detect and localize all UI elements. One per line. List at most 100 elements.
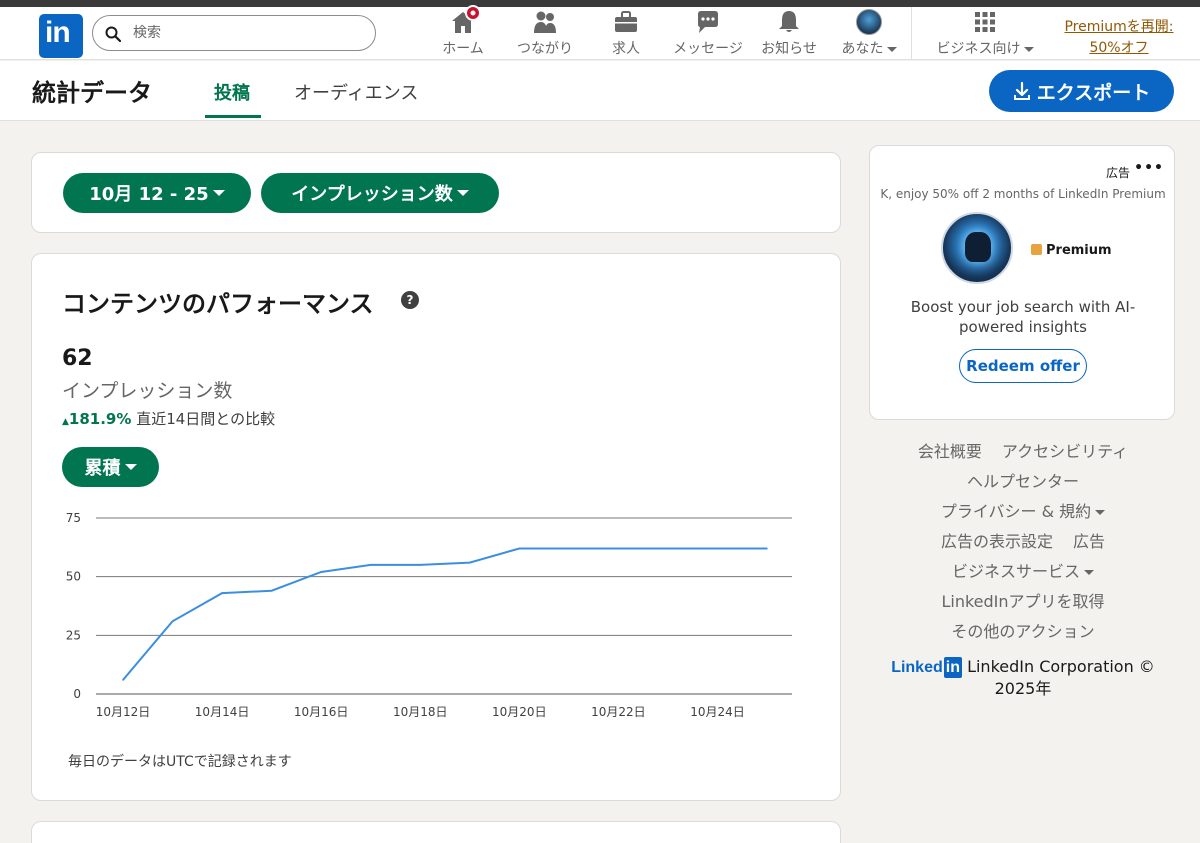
global-nav: in ホーム つながり 求人 メッセージ お知らせ あなた ビジネス向け Pre… (0, 5, 1200, 60)
export-button[interactable]: エクスポート (989, 70, 1174, 112)
search-input[interactable] (133, 22, 363, 44)
search-box[interactable] (92, 15, 376, 51)
y-tick-label: 0 (73, 687, 81, 701)
bell-icon (779, 11, 799, 32)
profile-avatar (856, 9, 882, 35)
data-point (221, 592, 223, 594)
chevron-down-icon (124, 464, 137, 470)
chevron-down-icon (1084, 570, 1094, 575)
linkedin-logo[interactable]: in (39, 14, 83, 58)
more-options-icon[interactable]: ••• (1134, 160, 1164, 176)
footer-links: 会社概要 アクセシビリティ ヘルプセンター プライバシー & 規約 広告の表示設定… (870, 440, 1176, 699)
x-tick-label: 10月20日 (492, 705, 547, 719)
nav-me-label: あなた (841, 41, 884, 57)
next-card (31, 821, 841, 843)
chevron-down-icon (212, 190, 225, 196)
metric-dropdown-label: インプレッション数 (291, 184, 453, 205)
data-point (468, 561, 471, 564)
date-range-label: 10月 12 - 25 (89, 184, 209, 205)
data-point (369, 564, 372, 566)
ad-subtitle: K, enjoy 50% off 2 months of LinkedIn Pr… (880, 187, 1166, 201)
data-point (171, 620, 174, 623)
x-tick-label: 10月12日 (96, 705, 151, 719)
nav-business[interactable]: ビジネス向け (926, 9, 1044, 59)
series-line (122, 547, 767, 681)
data-point (716, 547, 719, 550)
message-icon (698, 11, 718, 33)
chevron-down-icon (1023, 46, 1034, 52)
data-point (320, 571, 322, 573)
change-note: 直近14日間との比較 (136, 410, 276, 428)
y-tick-label: 75 (66, 511, 81, 525)
people-icon (534, 11, 556, 33)
footer-link-business[interactable]: ビジネスサービス (952, 560, 1094, 590)
data-point (617, 547, 620, 550)
tab-posts[interactable]: 投稿 (214, 79, 250, 105)
premium-tag: Premium (1031, 243, 1112, 258)
data-point (766, 547, 768, 550)
chevron-down-icon (456, 190, 469, 196)
nav-home-label: ホーム (442, 41, 484, 57)
footer-link-ads[interactable]: 広告 (1073, 530, 1105, 560)
x-tick-label: 10月14日 (195, 705, 250, 719)
x-tick-label: 10月22日 (591, 705, 646, 719)
active-tab-indicator (205, 115, 261, 118)
search-icon (105, 26, 121, 42)
data-point (270, 589, 273, 592)
footer-link-app[interactable]: LinkedInアプリを取得 (941, 590, 1104, 620)
footer-link-ad-prefs[interactable]: 広告の表示設定 (941, 530, 1053, 560)
footer-link-about[interactable]: 会社概要 (918, 440, 982, 470)
help-icon[interactable]: ? (401, 291, 419, 309)
performance-title: コンテンツのパフォーマンス (62, 290, 374, 318)
nav-me[interactable]: あなた (834, 9, 904, 59)
filter-card: 10月 12 - 25 インプレッション数 (31, 152, 841, 233)
nav-jobs[interactable]: 求人 (606, 9, 646, 59)
metric-dropdown[interactable]: インプレッション数 (261, 173, 499, 213)
redeem-offer-button[interactable]: Redeem offer (959, 349, 1087, 383)
nav-network[interactable]: つながり (512, 9, 578, 59)
data-point (518, 547, 521, 550)
x-tick-label: 10月24日 (690, 705, 745, 719)
footer-link-privacy[interactable]: プライバシー & 規約 (941, 500, 1106, 530)
tab-audience[interactable]: オーディエンス (294, 79, 418, 105)
chevron-down-icon (1095, 510, 1106, 515)
ad-label: 広告 (1105, 166, 1130, 180)
nav-network-label: つながり (517, 41, 573, 57)
home-icon (452, 5, 481, 33)
linkedin-wordmark: Linked in (891, 657, 962, 678)
footer-link-help[interactable]: ヘルプセンター (967, 470, 1079, 500)
change-indicator: ▲181.9% 直近14日間との比較 (62, 408, 275, 429)
data-point (122, 679, 124, 681)
nav-notifications[interactable]: お知らせ (756, 9, 822, 59)
nav-notifications-label: お知らせ (761, 41, 817, 57)
nav-messaging[interactable]: メッセージ (666, 9, 750, 59)
data-point (419, 564, 422, 566)
performance-card: コンテンツのパフォーマンス ? 62 インプレッション数 ▲181.9% 直近1… (31, 253, 841, 801)
footer-link-more[interactable]: その他のアクション (951, 620, 1094, 650)
window-top-strip (0, 0, 1200, 7)
corp-line: Linked in LinkedIn Corporation © 2025年 (870, 656, 1176, 699)
briefcase-icon (615, 11, 637, 32)
impressions-line-chart: 0 25 50 75 10月12日 10月14日 10月16日 10月18日 10月20日 10月… (66, 511, 792, 719)
ad-avatar (941, 212, 1013, 284)
premium-icon (1031, 244, 1042, 255)
y-tick-label: 25 (66, 628, 81, 642)
page-title: 統計データ (32, 79, 152, 107)
y-tick-label: 50 (66, 570, 81, 584)
date-range-dropdown[interactable]: 10月 12 - 25 (63, 173, 251, 213)
data-point (667, 547, 669, 550)
data-point (568, 547, 570, 550)
chart-footnote: 毎日のデータはUTCで記録されます (68, 754, 292, 770)
nav-messaging-label: メッセージ (673, 41, 743, 57)
analytics-header: 統計データ 投稿 オーディエンス エクスポート (0, 61, 1200, 121)
grid-icon (975, 12, 995, 32)
premium-offer-link[interactable]: Premiumを再開: 50%オフ (1055, 17, 1183, 59)
cumulative-dropdown[interactable]: 累積 (62, 447, 159, 487)
nav-home[interactable]: ホーム (438, 5, 488, 59)
nav-business-label: ビジネス向け (936, 41, 1021, 57)
chevron-down-icon (886, 46, 897, 52)
download-icon (1013, 81, 1030, 100)
nav-divider (911, 7, 912, 60)
footer-link-accessibility[interactable]: アクセシビリティ (1002, 440, 1128, 470)
nav-jobs-label: 求人 (612, 41, 640, 57)
